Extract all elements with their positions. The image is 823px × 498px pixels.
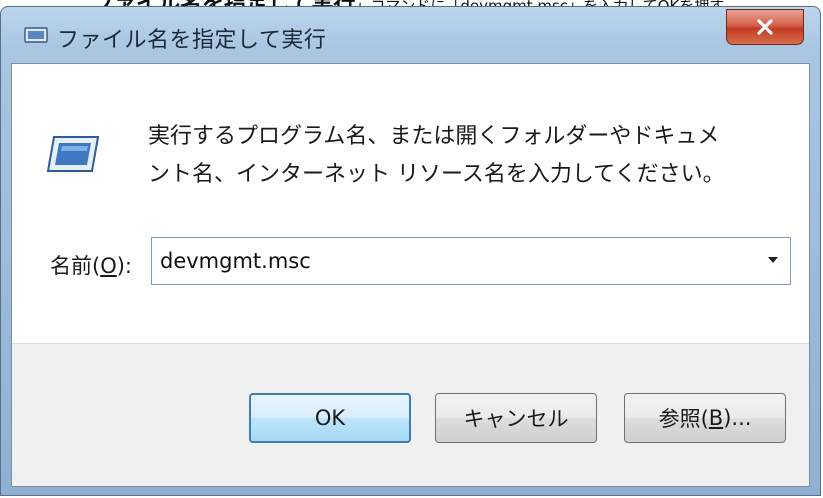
- name-label-suffix: ):: [116, 254, 133, 278]
- run-icon: [24, 27, 48, 43]
- run-dialog-window: ファイル名を指定して実行 実行するプログラム名、または開くフォルダーやドキュメ …: [0, 6, 821, 496]
- dialog-description: 実行するプログラム名、または開くフォルダーやドキュメ ント名、インターネット リ…: [148, 118, 788, 194]
- browse-label-prefix: 参照(: [658, 407, 709, 431]
- dialog-client-area: 実行するプログラム名、または開くフォルダーやドキュメ ント名、インターネット リ…: [11, 63, 810, 487]
- name-input[interactable]: [160, 244, 740, 278]
- browse-accesskey: B: [708, 406, 724, 430]
- browse-label-suffix: )...: [723, 406, 752, 430]
- cancel-button[interactable]: キャンセル: [435, 393, 597, 443]
- close-button[interactable]: [726, 9, 804, 45]
- description-line-2: ント名、インターネット リソース名を入力してください。: [148, 162, 725, 187]
- name-label-prefix: 名前(: [50, 254, 101, 278]
- ok-button[interactable]: OK: [249, 393, 411, 443]
- description-line-1: 実行するプログラム名、または開くフォルダーやドキュメ: [148, 124, 720, 149]
- title-bar[interactable]: ファイル名を指定して実行: [1, 7, 820, 63]
- name-combobox[interactable]: [151, 237, 791, 285]
- name-label-accesskey: O: [100, 254, 117, 278]
- run-program-icon: [46, 136, 100, 172]
- window-title: ファイル名を指定して実行: [57, 28, 327, 53]
- close-icon: [757, 19, 773, 35]
- browse-button[interactable]: 参照(B)...: [624, 393, 786, 443]
- name-label: 名前(O):: [50, 250, 132, 280]
- chevron-down-icon[interactable]: [768, 257, 778, 263]
- screenshot-page: ファイル名を指定して実行」コマンドに「devmgmt.msc」を入力してOKを押…: [0, 0, 823, 498]
